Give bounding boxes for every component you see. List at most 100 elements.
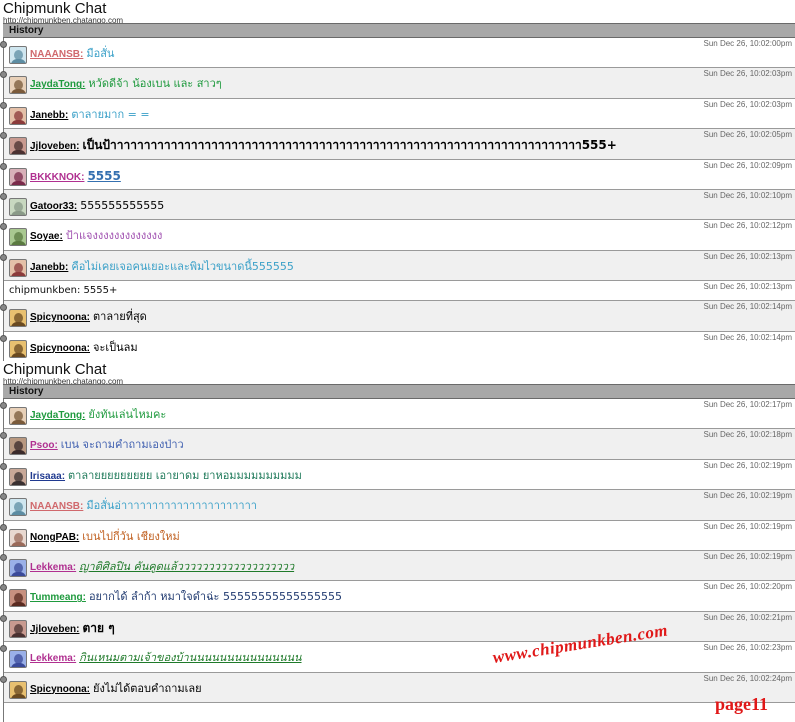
avatar-body-icon [11,632,26,637]
status-dot-icon [0,101,7,109]
username-link[interactable]: JaydaTong: [30,410,85,421]
avatar[interactable] [9,197,27,216]
username-link[interactable]: Lekkema: [30,562,76,573]
chat-message-row: Sun Dec 26, 10:02:14pm Spicynoona: จะเป็นล… [0,332,795,361]
history-bar[interactable]: History [3,384,795,399]
username-link[interactable]: Spicynoona: [30,312,90,323]
message-timestamp: Sun Dec 26, 10:02:14pm [703,332,792,342]
status-dot-icon [0,223,7,231]
message-line: Janebb: ตาลายมาก = = [30,108,150,123]
avatar[interactable] [9,167,27,186]
message-timestamp: Sun Dec 26, 10:02:19pm [703,460,792,470]
chat-panel-1: Chipmunk Chat http://chipmunkben.chatang… [0,0,795,361]
status-dot-icon [0,304,7,312]
username-link[interactable]: BKKKNOK: [30,172,84,183]
chat-message-row: Sun Dec 26, 10:02:05pm Jjloveben: เป็นป้าา… [0,129,795,160]
username-link[interactable]: NAAANSB: [30,501,83,512]
message-list[interactable]: Sun Dec 26, 10:02:17pm JaydaTong: ยังทันเล… [0,399,795,722]
status-dot-icon [0,614,7,622]
message-text: คือไม่เคยเจอคนเยอะและพิมไวขนาดนี้555555 [71,259,294,273]
message-timestamp: Sun Dec 26, 10:02:17pm [703,400,792,409]
chat-message-row: Sun Dec 26, 10:02:21pm Jjloveben: ตาย ๆ [0,611,795,643]
avatar-body-icon [11,89,26,94]
avatar[interactable] [9,258,27,277]
avatar[interactable] [9,309,27,328]
avatar[interactable] [9,528,27,547]
avatar[interactable] [9,339,27,358]
message-line: NAAANSB: มือสั่น [30,47,114,62]
avatar-body-icon [11,663,26,668]
message-text: chipmunkben: 5555+ [9,285,118,297]
avatar[interactable] [9,76,27,95]
chat-message-row: Sun Dec 26, 10:02:20pm Tummeang: อยากได้ ล… [0,581,795,612]
chat-message-row: Sun Dec 26, 10:02:03pm JaydaTong: หวัดดีจ้… [0,68,795,99]
avatar[interactable] [9,467,27,486]
username-link[interactable]: Gatoor33: [30,201,77,212]
chat-message-row: Sun Dec 26, 10:02:12pm Soyae: ป้าแจงงงงงงง… [0,220,795,251]
message-text: จะเป็นลม [93,340,138,354]
username-link[interactable]: Psoo: [30,440,58,451]
chat-message-row: Sun Dec 26, 10:02:19pm Lekkema: ญาติศิลปิน… [0,550,795,582]
message-line: chipmunkben: 5555+ [9,284,117,298]
app-title: Chipmunk Chat [3,0,107,17]
username-link[interactable]: NAAANSB: [30,49,83,60]
username-link[interactable]: JaydaTong: [30,79,85,90]
chat-message-row: Sun Dec 26, 10:02:19pm Irisaaa: ตาลายยยยยย… [0,460,795,491]
avatar-body-icon [11,241,26,246]
message-timestamp: Sun Dec 26, 10:02:03pm [703,69,792,79]
username-link[interactable]: Spicynoona: [30,343,90,354]
chat-message-row: Sun Dec 26, 10:02:13pm Janebb: คือไม่เคยเจ… [0,250,795,282]
avatar[interactable] [9,650,27,669]
avatar-body-icon [11,480,26,485]
avatar[interactable] [9,407,27,425]
username-link[interactable]: Tummeang: [30,592,86,603]
avatar[interactable] [9,46,27,64]
message-timestamp: Sun Dec 26, 10:02:24pm [703,673,792,683]
chat-message-row: Sun Dec 26, 10:02:18pm Psoo: เบน จะถามคำถา… [0,429,795,460]
message-line: Janebb: คือไม่เคยเจอคนเยอะและพิมไวขนาดนี้… [30,260,294,275]
username-link[interactable]: NongPAB: [30,532,79,543]
avatar[interactable] [9,558,27,577]
username-link[interactable]: Jjloveben: [30,624,79,635]
avatar[interactable] [9,498,27,517]
app-title: Chipmunk Chat [3,361,107,378]
message-timestamp: Sun Dec 26, 10:02:03pm [703,99,792,109]
username-link[interactable]: Irisaaa: [30,471,65,482]
avatar[interactable] [9,619,27,638]
history-bar[interactable]: History [3,23,795,38]
message-text: 5555 [87,168,121,183]
status-dot-icon [0,553,7,561]
avatar[interactable] [9,106,27,125]
avatar-body-icon [11,420,26,424]
avatar[interactable] [9,680,27,699]
message-text: กินเหนมตามเจ้าของบ้านนนนนนนนนนนนนนน [79,651,302,665]
avatar[interactable] [9,437,27,456]
avatar[interactable] [9,228,27,247]
message-timestamp: Sun Dec 26, 10:02:05pm [703,130,792,140]
status-dot-icon [0,132,7,140]
username-link[interactable]: Lekkema: [30,653,76,664]
avatar[interactable] [9,137,27,156]
username-link[interactable]: Janebb: [30,262,68,273]
message-line: Spicynoona: จะเป็นลม [30,341,138,356]
username-link[interactable]: Spicynoona: [30,684,90,695]
avatar-body-icon [11,450,26,455]
message-line: Tummeang: อยากได้ ลำก้า หมาใจดำฉ่ะ 555555… [30,590,342,605]
username-link[interactable]: Jjloveben: [30,141,79,152]
chat-message-row: Sun Dec 26, 10:02:03pm Janebb: ตาลายมาก = … [0,99,795,130]
message-line: Spicynoona: ยังไม่ได้ตอบคำถามเลย [30,682,202,697]
message-text: ยังไม่ได้ตอบคำถามเลย [93,681,202,695]
avatar-body-icon [11,180,26,185]
message-timestamp: Sun Dec 26, 10:02:14pm [703,302,792,312]
message-text: ตาลายยยยยยยยย เอายาดม ยาหอมมมมมมมมมม [68,468,302,482]
status-dot-icon [0,71,7,79]
username-link[interactable]: Soyae: [30,231,63,242]
avatar[interactable] [9,589,27,608]
message-line: Jjloveben: เป็นป้าาาาาาาาาาาาาาาาาาาาาาาา… [30,138,617,154]
avatar-body-icon [11,541,26,546]
status-dot-icon [0,402,7,409]
message-timestamp: Sun Dec 26, 10:02:19pm [703,551,792,561]
username-link[interactable]: Janebb: [30,110,68,121]
message-line: Gatoor33: 555555555555 [30,199,164,214]
message-list[interactable]: Sun Dec 26, 10:02:00pm NAAANSB: มือสั่น Sun… [0,38,795,361]
